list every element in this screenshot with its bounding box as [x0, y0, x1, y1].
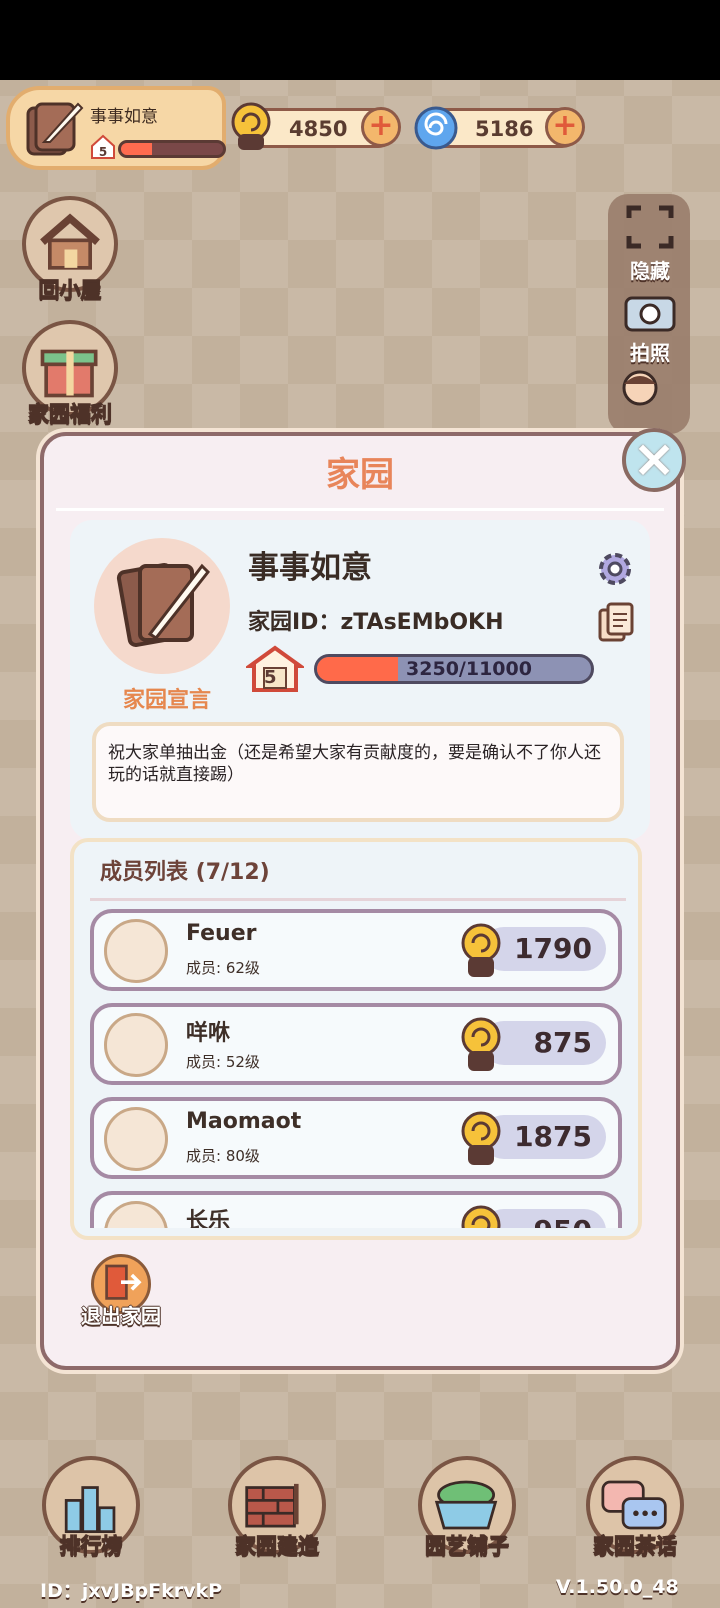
- xp-text: 3250/11000: [406, 658, 532, 680]
- ranking-button[interactable]: 排行榜: [36, 1456, 146, 1560]
- garden-shop-button[interactable]: 园艺铺子: [412, 1456, 522, 1560]
- swirl-icon: [414, 106, 458, 150]
- snail-icon: [461, 923, 501, 977]
- back-home-button[interactable]: 回小屋: [18, 196, 122, 304]
- snail-icon: [461, 1111, 501, 1165]
- book-quill-icon: [116, 562, 211, 648]
- member-avatar: [104, 919, 168, 983]
- level-house-icon: 5: [91, 134, 115, 159]
- photo-label: 拍照: [630, 341, 670, 365]
- panel-header: 家园: [44, 436, 676, 514]
- home-welfare-label: 家园福利: [28, 402, 113, 427]
- ranking-label: 排行榜: [59, 1534, 123, 1559]
- header-divider: [56, 508, 664, 511]
- swirl-amount: 5186: [475, 117, 534, 141]
- member-avatar: [104, 1107, 168, 1171]
- frame-icon: [626, 205, 674, 249]
- home-level: 5: [264, 667, 277, 688]
- home-id: 家园ID：zTAsEMbOKH: [248, 610, 504, 635]
- camera-icon: [624, 296, 676, 332]
- home-name: 事事如意: [90, 107, 158, 127]
- member-avatar: [104, 1201, 168, 1228]
- hide-button[interactable]: 隐藏: [614, 204, 686, 284]
- version-label: V.1.50.0_48: [556, 1576, 679, 1598]
- close-button[interactable]: ×: [622, 428, 686, 492]
- snail-icon: [461, 1017, 501, 1071]
- member-list-card: 成员列表 (7/12) Feuer 成员: 62级 1790 咩咻 成员: 52级 875…: [70, 838, 642, 1240]
- panel-title: 家园: [326, 455, 394, 495]
- member-name: 长乐: [186, 1209, 231, 1228]
- panel-home-name: 事事如意: [248, 550, 372, 586]
- character-icon: [622, 370, 658, 406]
- snail-icon: [231, 102, 271, 150]
- member-level: 成员: 62级: [186, 959, 260, 977]
- member-row[interactable]: Maomaot 成员: 80级 1875: [90, 1097, 622, 1179]
- player-id: ID：jxvJBpFkrvkP: [40, 1580, 223, 1602]
- home-welfare-button[interactable]: 家园福利: [14, 320, 126, 428]
- tea-talk-label: 家园茶话: [593, 1534, 678, 1559]
- exit-home-button[interactable]: 退出家园: [66, 1254, 176, 1329]
- tea-talk-button[interactable]: 家园茶话: [580, 1456, 690, 1560]
- member-level: 成员: 52级: [186, 1053, 260, 1071]
- hide-label: 隐藏: [630, 259, 670, 283]
- member-row[interactable]: 长乐950: [90, 1191, 622, 1228]
- member-avatar: [104, 1013, 168, 1077]
- snail-amount: 4850: [289, 117, 348, 141]
- svg-text:5: 5: [99, 145, 107, 159]
- build-button[interactable]: 家园建造: [222, 1456, 332, 1560]
- home-info-card: 家园宣言 事事如意 家园ID：zTAsEMbOKH 5 3250/11000 祝…: [70, 520, 650, 840]
- garden-shop-label: 园艺铺子: [425, 1534, 510, 1559]
- copy-id-icon[interactable]: [598, 602, 634, 642]
- member-row[interactable]: 咩咻 成员: 52级 875: [90, 1003, 622, 1085]
- members-title: 成员列表 (7/12): [100, 860, 270, 885]
- home-avatar: [94, 538, 230, 674]
- add-swirl-button[interactable]: +: [545, 107, 585, 147]
- member-name: Maomaot: [186, 1109, 302, 1134]
- manifesto-label[interactable]: 家园宣言: [92, 682, 242, 714]
- xp-bar: 3250/11000: [314, 654, 594, 684]
- add-snail-button[interactable]: +: [361, 107, 401, 147]
- home-panel: 家园 家园宣言 事事如意 家园ID：zTAsEMbOKH 5 3250/1100: [40, 432, 680, 1370]
- photo-button[interactable]: 拍照: [614, 290, 686, 366]
- build-label: 家园建造: [235, 1534, 320, 1559]
- member-name: Feuer: [186, 921, 257, 946]
- member-row[interactable]: Feuer 成员: 62级 1790: [90, 909, 622, 991]
- member-level: 成员: 80级: [186, 1147, 260, 1165]
- snail-icon: [461, 1205, 501, 1228]
- exit-home-label: 退出家园: [81, 1304, 161, 1328]
- member-name: 咩咻: [186, 1021, 231, 1046]
- home-book-icon: [26, 102, 84, 156]
- home-progress-bar: [118, 140, 226, 158]
- back-home-label: 回小屋: [38, 278, 102, 303]
- motto-box: 祝大家单抽出金（还是希望大家有贡献度的，要是确认不了你人还玩的话就直接踢）: [92, 722, 624, 822]
- home-chip[interactable]: 事事如意 5: [6, 86, 226, 170]
- status-bar: [0, 0, 720, 80]
- settings-gear-icon[interactable]: [594, 548, 636, 590]
- member-list[interactable]: Feuer 成员: 62级 1790 咩咻 成员: 52级 875 Maomaot 成员: 8…: [90, 898, 626, 1228]
